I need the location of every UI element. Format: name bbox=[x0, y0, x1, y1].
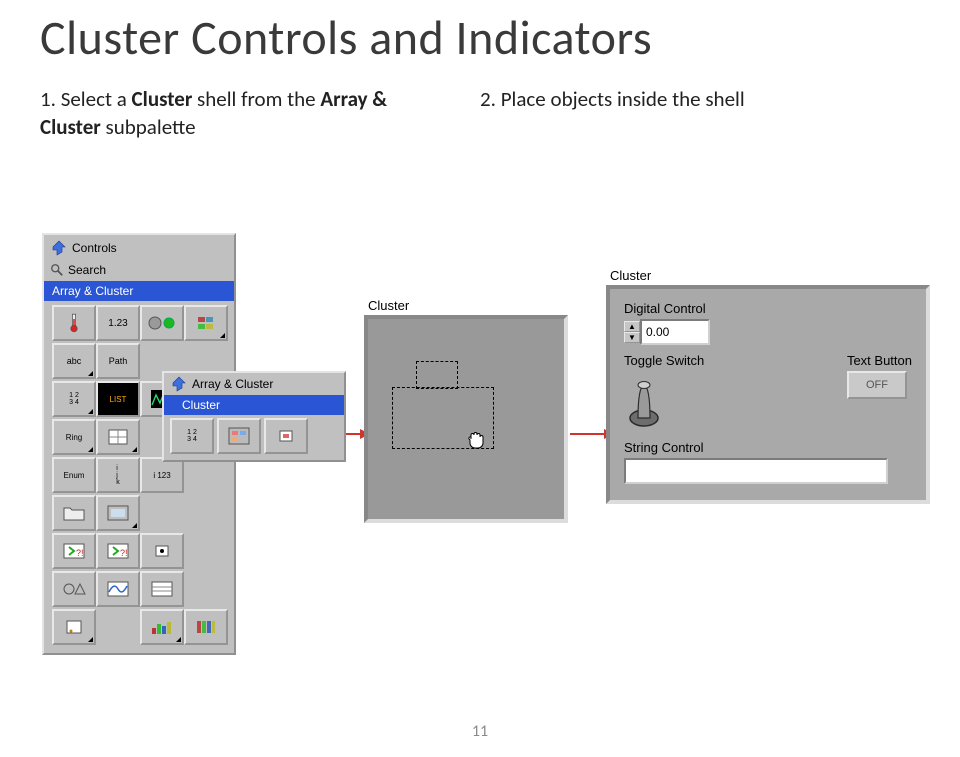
palette-item-knob-led[interactable] bbox=[140, 305, 184, 341]
submenu-item-array[interactable]: 1 2 3 4 bbox=[170, 418, 214, 454]
step-1-post: subpalette bbox=[101, 114, 196, 140]
palette-item-path-label: Path bbox=[109, 356, 128, 366]
step-2-text: Place objects inside the shell bbox=[501, 86, 745, 112]
submenu-selected-cluster[interactable]: Cluster bbox=[164, 395, 344, 415]
submenu-item-variant[interactable] bbox=[264, 418, 308, 454]
palette-item-matrix[interactable] bbox=[96, 419, 140, 455]
cluster-populated-label: Cluster bbox=[606, 268, 930, 283]
cluster-shell: Cluster bbox=[364, 298, 568, 523]
toggle-switch-label: Toggle Switch bbox=[624, 353, 829, 368]
palette-header: Controls bbox=[44, 235, 234, 261]
palette-item-numeric-label: 1.23 bbox=[108, 318, 127, 329]
palette-item-enum-label: Enum bbox=[64, 471, 85, 480]
spinner-down-icon[interactable]: ▼ bbox=[624, 332, 640, 343]
palette-item-path[interactable]: Path bbox=[96, 343, 140, 379]
palette-spacer bbox=[140, 495, 180, 527]
palette-spacer bbox=[184, 533, 224, 565]
palette-title: Controls bbox=[72, 241, 117, 255]
step-list: 1. Select a Cluster shell from the Array… bbox=[40, 85, 920, 142]
palette-item-error-out[interactable]: ?! bbox=[96, 533, 140, 569]
cluster-shell-body[interactable] bbox=[364, 315, 568, 523]
palette-spacer bbox=[96, 609, 136, 641]
palette-item-ring-label: Ring bbox=[66, 433, 82, 442]
step-1-bold-cluster: Cluster bbox=[132, 86, 193, 112]
submenu-item-cluster[interactable] bbox=[217, 418, 261, 454]
palette-item-array-label: 1 2 3 4 bbox=[69, 392, 79, 406]
thumbtack-icon[interactable] bbox=[50, 240, 66, 256]
palette-item-refnum[interactable] bbox=[52, 609, 96, 645]
palette-search[interactable]: Search bbox=[44, 261, 234, 281]
palette-item-list[interactable]: LIST bbox=[96, 381, 140, 417]
palette-item-ring[interactable]: Ring bbox=[52, 419, 96, 455]
digital-control: ▲ ▼ bbox=[624, 319, 912, 345]
page-number: 11 bbox=[0, 722, 960, 741]
palette-spacer bbox=[184, 495, 224, 527]
palette-item-ijk[interactable]: i j k bbox=[96, 457, 140, 493]
palette-item-palette[interactable] bbox=[184, 305, 228, 341]
palette-item-enum[interactable]: Enum bbox=[52, 457, 96, 493]
palette-spacer bbox=[184, 571, 224, 603]
slide-title: Cluster Controls and Indicators bbox=[40, 8, 920, 67]
svg-text:?!: ?! bbox=[120, 548, 128, 558]
cluster-populated-body[interactable]: Digital Control ▲ ▼ Toggle Switch bbox=[606, 285, 930, 504]
palette-item-array[interactable]: 1 2 3 4 bbox=[52, 381, 96, 417]
svg-text:?!: ?! bbox=[76, 548, 84, 558]
digital-control-label: Digital Control bbox=[624, 301, 912, 316]
submenu-header: Array & Cluster bbox=[164, 373, 344, 395]
palette-item-thermometer[interactable] bbox=[52, 305, 96, 341]
palette-item-i123-label: i 123 bbox=[153, 471, 170, 480]
palette-item-numeric[interactable]: 1.23 bbox=[96, 305, 140, 341]
step-2: 2. Place objects inside the shell bbox=[480, 85, 880, 142]
cluster-populated: Cluster Digital Control ▲ ▼ Toggle Switc… bbox=[606, 268, 930, 504]
palette-item-waveform[interactable] bbox=[96, 571, 140, 607]
palette-item-books[interactable] bbox=[184, 609, 228, 645]
submenu-row: 1 2 3 4 bbox=[164, 415, 344, 457]
digital-control-input[interactable] bbox=[640, 319, 710, 345]
palette-item-ijk-label: i j k bbox=[116, 465, 120, 486]
text-button[interactable]: OFF bbox=[847, 371, 907, 399]
cluster-shell-label: Cluster bbox=[364, 298, 568, 313]
array-cluster-submenu[interactable]: Array & Cluster Cluster 1 2 3 4 bbox=[162, 371, 346, 462]
toggle-switch[interactable] bbox=[624, 376, 664, 428]
palette-item-container[interactable] bbox=[96, 495, 140, 531]
palette-item-table[interactable] bbox=[140, 571, 184, 607]
digital-spinner[interactable]: ▲ ▼ bbox=[624, 321, 640, 343]
step-1-pre: Select a bbox=[61, 86, 132, 112]
string-control-input[interactable] bbox=[624, 458, 888, 484]
step-1-mid: shell from the bbox=[192, 86, 320, 112]
step-1-number: 1. bbox=[40, 86, 56, 112]
search-label: Search bbox=[68, 263, 106, 277]
grab-cursor-icon bbox=[464, 427, 488, 451]
step-2-number: 2. bbox=[480, 86, 496, 112]
controls-palette: Controls Search Array & Cluster 1.23 bbox=[42, 233, 236, 655]
magnifier-icon bbox=[50, 263, 64, 277]
text-button-label: Text Button bbox=[847, 353, 912, 368]
palette-item-list-label: LIST bbox=[110, 395, 127, 404]
step-1: 1. Select a Cluster shell from the Array… bbox=[40, 85, 410, 142]
step-1-text: Select a Cluster shell from the Array & … bbox=[40, 86, 387, 140]
submenu-item-array-label: 1 2 3 4 bbox=[187, 429, 197, 443]
string-control-label: String Control bbox=[624, 440, 912, 455]
palette-item-abc-label: abc bbox=[67, 356, 82, 366]
drop-marquee-top bbox=[416, 361, 458, 389]
spinner-up-icon[interactable]: ▲ bbox=[624, 321, 640, 332]
palette-grid: 1.23 abc Path 1 2 3 4 LIST bbox=[44, 301, 234, 649]
palette-item-variant[interactable] bbox=[140, 533, 184, 569]
palette-category-band[interactable]: Array & Cluster bbox=[44, 281, 234, 301]
palette-item-folder[interactable] bbox=[52, 495, 96, 531]
submenu-title: Array & Cluster bbox=[192, 377, 273, 391]
palette-item-shapes[interactable] bbox=[52, 571, 96, 607]
palette-item-abc[interactable]: abc bbox=[52, 343, 96, 379]
thumbtack-icon[interactable] bbox=[170, 376, 186, 392]
palette-item-i123[interactable]: i 123 bbox=[140, 457, 184, 493]
palette-item-error-in[interactable]: ?! bbox=[52, 533, 96, 569]
palette-item-classic[interactable] bbox=[140, 609, 184, 645]
